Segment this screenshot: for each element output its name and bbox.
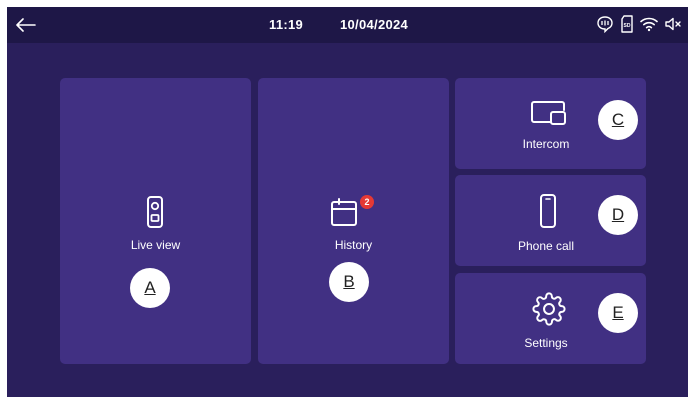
clock-time: 11:19 [269, 17, 304, 32]
tile-settings[interactable]: Settings E [455, 273, 646, 364]
voicemail-icon [596, 15, 614, 33]
back-arrow-icon [16, 18, 36, 32]
marker-e: E [598, 293, 638, 333]
status-bar: 11:19 10/04/2024 SD [7, 7, 688, 43]
marker-c: C [598, 100, 638, 140]
phone-icon [537, 192, 559, 230]
tile-intercom[interactable]: Intercom C [455, 78, 646, 169]
doorbell-icon [144, 194, 166, 230]
wifi-icon [640, 15, 658, 33]
intercom-monitor-icon [529, 99, 569, 129]
tile-label-live-view: Live view [130, 238, 181, 252]
home-screen: 11:19 10/04/2024 SD Live view A 2 Histor… [7, 7, 688, 397]
tile-live-view[interactable]: Live view A [60, 78, 251, 364]
marker-a: A [130, 268, 170, 308]
tile-label-history: History [334, 238, 373, 252]
tile-label-settings: Settings [524, 336, 568, 350]
history-badge: 2 [360, 195, 374, 209]
tile-label-intercom: Intercom [522, 137, 570, 151]
back-button[interactable] [13, 13, 39, 37]
clock-date: 10/04/2024 [340, 17, 409, 32]
sd-card-icon: SD [620, 15, 634, 33]
gear-icon [531, 291, 567, 327]
tile-label-phone-call: Phone call [517, 239, 575, 253]
status-icons: SD [596, 15, 682, 33]
svg-text:SD: SD [624, 23, 631, 29]
tile-phone-call[interactable]: Phone call D [455, 175, 646, 266]
speaker-muted-icon [664, 15, 682, 33]
calendar-icon [330, 196, 360, 228]
tile-history[interactable]: 2 History B [258, 78, 449, 364]
marker-b: B [329, 262, 369, 302]
marker-d: D [598, 195, 638, 235]
